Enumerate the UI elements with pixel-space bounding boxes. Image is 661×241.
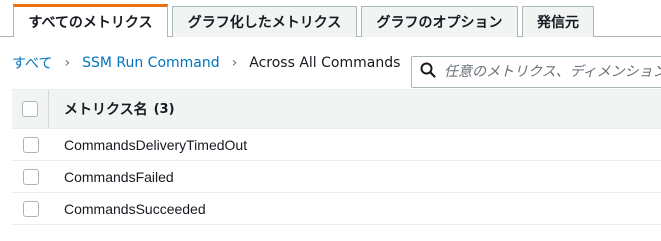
- tab-all-metrics[interactable]: すべてのメトリクス: [13, 4, 168, 38]
- row-checkbox[interactable]: [22, 200, 39, 217]
- header-checkbox-cell: [12, 90, 49, 128]
- row-checkbox-cell: [12, 193, 49, 224]
- column-header-metric-name[interactable]: メトリクス名: [64, 99, 148, 119]
- tab-source[interactable]: 発信元: [522, 6, 594, 37]
- metric-count: (3): [153, 101, 175, 117]
- metric-name: CommandsFailed: [64, 168, 174, 185]
- breadcrumb-ssm-run-command[interactable]: SSM Run Command: [82, 55, 220, 71]
- search-input[interactable]: [444, 58, 661, 86]
- table-row[interactable]: CommandsDeliveryTimedOut: [12, 129, 661, 161]
- search-icon: [420, 62, 436, 82]
- table-header: メトリクス名 (3): [12, 89, 661, 129]
- row-checkbox[interactable]: [22, 136, 39, 153]
- metric-name: CommandsSucceeded: [64, 200, 206, 217]
- search-box[interactable]: [411, 56, 661, 88]
- row-checkbox-cell: [12, 161, 49, 192]
- tab-graph-options[interactable]: グラフのオプション: [361, 6, 518, 37]
- select-all-checkbox[interactable]: [22, 101, 38, 117]
- breadcrumb-bar: すべて › SSM Run Command › Across All Comma…: [12, 37, 661, 89]
- breadcrumb-separator: ›: [64, 55, 71, 71]
- row-checkbox[interactable]: [22, 168, 39, 185]
- breadcrumb-all[interactable]: すべて: [12, 53, 52, 73]
- breadcrumb-across-all-commands: Across All Commands: [249, 55, 401, 71]
- metrics-table: メトリクス名 (3) CommandsDeliveryTimedOut Comm…: [12, 89, 661, 225]
- breadcrumb-separator: ›: [231, 55, 238, 71]
- row-checkbox-cell: [12, 129, 49, 160]
- table-row[interactable]: CommandsFailed: [12, 161, 661, 193]
- table-row[interactable]: CommandsSucceeded: [12, 193, 661, 225]
- tab-bar: すべてのメトリクス グラフ化したメトリクス グラフのオプション 発信元: [0, 0, 661, 38]
- metric-name: CommandsDeliveryTimedOut: [64, 136, 248, 153]
- tab-graphed-metrics[interactable]: グラフ化したメトリクス: [172, 6, 357, 37]
